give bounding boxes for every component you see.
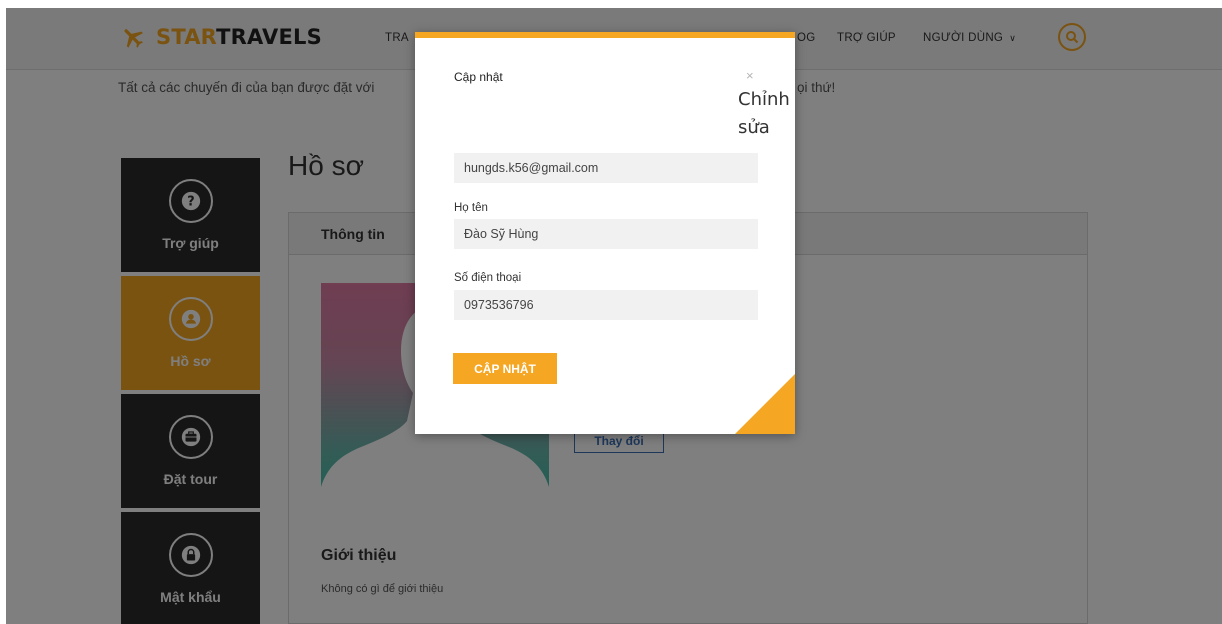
close-icon[interactable]: × xyxy=(746,68,754,83)
phone-label: Số điện thoại xyxy=(454,272,522,284)
window-edge xyxy=(0,0,6,624)
name-field[interactable] xyxy=(454,219,758,249)
update-modal: Cập nhật × Chỉnh sửa Họ tên Số điện thoạ… xyxy=(415,32,795,434)
name-label: Họ tên xyxy=(454,202,488,214)
email-field[interactable] xyxy=(454,153,758,183)
update-button[interactable]: CẬP NHẬT xyxy=(453,353,557,384)
page: STARTRAVELS TRA OG TRỢ GIÚP NGƯỜI DÙNG ∨… xyxy=(0,0,1222,624)
edit-label: Chỉnh sửa xyxy=(738,89,790,138)
phone-field[interactable] xyxy=(454,290,758,320)
modal-title: Cập nhật xyxy=(454,70,503,84)
corner-decoration xyxy=(735,374,795,434)
